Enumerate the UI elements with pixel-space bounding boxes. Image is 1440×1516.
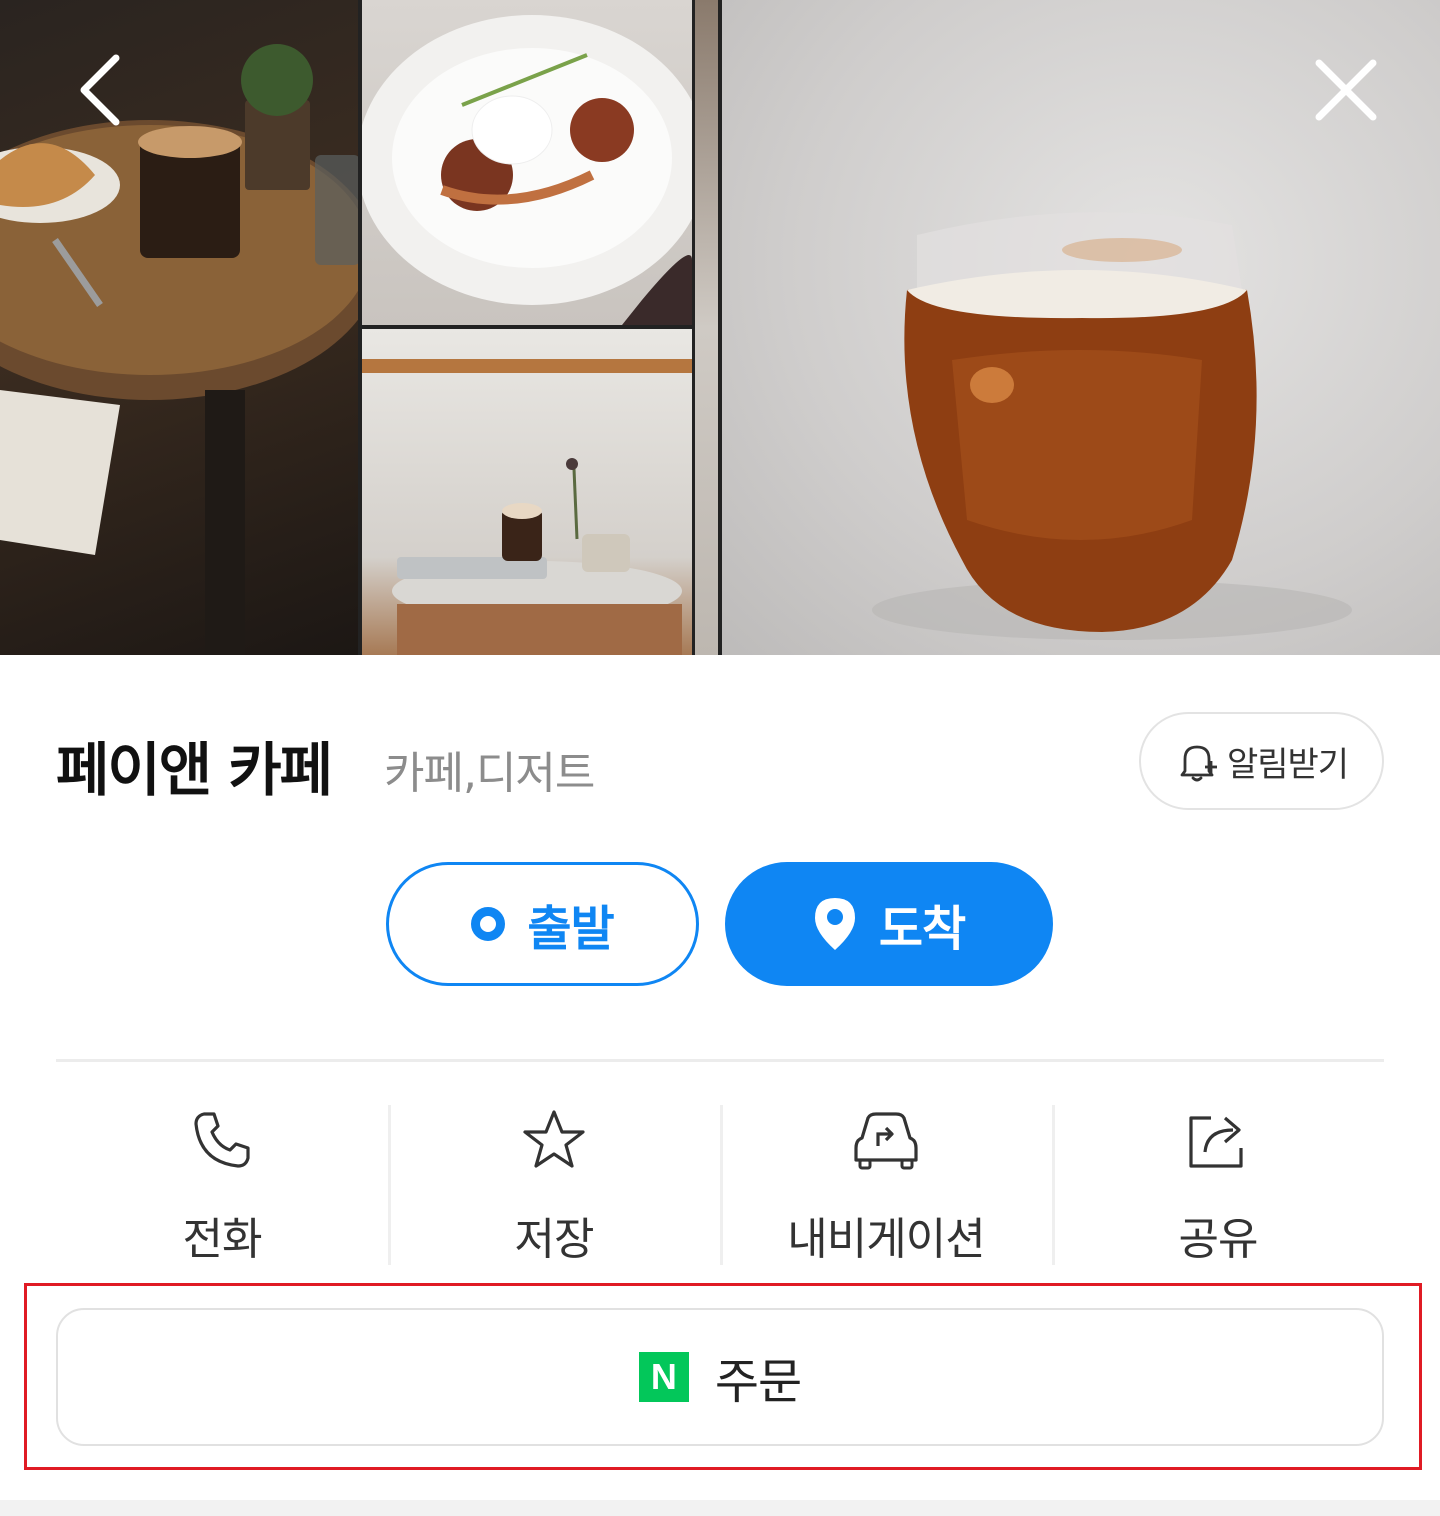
save-button[interactable]: 저장 bbox=[388, 1100, 720, 1270]
bottom-strip bbox=[0, 1500, 1440, 1516]
share-button[interactable]: 공유 bbox=[1052, 1100, 1384, 1270]
alert-subscribe-button[interactable]: 알림받기 bbox=[1139, 712, 1384, 810]
back-button[interactable] bbox=[60, 50, 140, 130]
place-header: 페이앤 카페 카페,디저트 알림받기 bbox=[56, 712, 1386, 815]
save-label: 저장 bbox=[514, 1214, 595, 1265]
action-row: 전화 저장 내비게이션 공유 bbox=[56, 1100, 1384, 1270]
share-icon bbox=[1189, 1116, 1243, 1168]
phone-icon bbox=[194, 1112, 250, 1168]
arrive-button[interactable]: 도착 bbox=[725, 862, 1053, 986]
order-button[interactable]: N 주문 bbox=[56, 1308, 1384, 1446]
bell-plus-icon bbox=[1180, 745, 1217, 782]
share-label: 공유 bbox=[1178, 1214, 1259, 1265]
depart-button[interactable]: 출발 bbox=[386, 862, 699, 986]
close-icon bbox=[1315, 59, 1377, 121]
place-name: 페이앤 카페 bbox=[56, 736, 333, 804]
chevron-left-icon bbox=[80, 54, 120, 126]
order-label: 주문 bbox=[714, 1354, 802, 1410]
call-button[interactable]: 전화 bbox=[56, 1100, 388, 1270]
photo-cafe-interior[interactable] bbox=[362, 329, 692, 655]
section-divider bbox=[56, 1059, 1384, 1062]
navigation-button[interactable]: 내비게이션 bbox=[720, 1100, 1052, 1270]
location-pin-icon bbox=[814, 898, 855, 950]
photo-dessert-plate[interactable] bbox=[362, 0, 692, 325]
arrive-label: 도착 bbox=[878, 901, 966, 957]
photo-gallery[interactable] bbox=[0, 0, 1440, 655]
depart-label: 출발 bbox=[527, 901, 614, 957]
origin-dot-icon bbox=[471, 907, 506, 941]
navigation-label: 내비게이션 bbox=[787, 1214, 985, 1265]
star-icon bbox=[523, 1110, 585, 1168]
alert-subscribe-label: 알림받기 bbox=[1226, 744, 1349, 785]
close-button[interactable] bbox=[1306, 50, 1386, 130]
photo-strip[interactable] bbox=[695, 0, 718, 655]
naver-logo-icon: N bbox=[638, 1352, 689, 1402]
photo-coffee-table[interactable] bbox=[0, 0, 358, 655]
car-navigation-icon bbox=[854, 1112, 918, 1170]
call-label: 전화 bbox=[182, 1214, 263, 1265]
place-category: 카페,디저트 bbox=[384, 748, 595, 799]
